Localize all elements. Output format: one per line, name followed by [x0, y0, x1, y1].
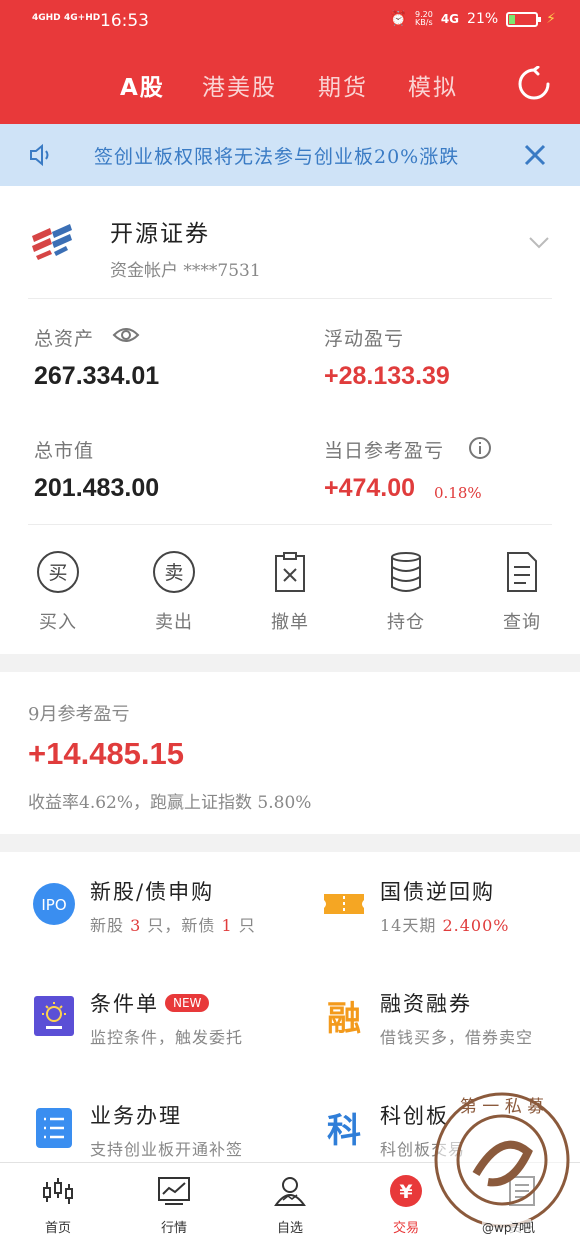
sell-button[interactable]: 卖 卖出	[134, 550, 214, 634]
ipo-title: 新股/债申购	[90, 880, 215, 904]
float-pl-label: 浮动盈亏	[324, 328, 405, 350]
svg-text:科: 科	[327, 1111, 361, 1150]
account-number: 资金帐户 ****7531	[110, 261, 261, 281]
sell-icon: 卖	[153, 551, 195, 593]
nav-market[interactable]: 行情	[134, 1173, 214, 1236]
buy-icon: 买	[37, 551, 79, 593]
query-button[interactable]: 查询	[482, 550, 562, 634]
margin-trading-item[interactable]: 融 融资融券 借钱买多，借券卖空	[322, 988, 580, 1058]
monthly-pl-value: +14.485.15	[28, 736, 185, 771]
condition-order-subtitle: 监控条件，触发委托	[90, 1028, 244, 1047]
margin-trading-subtitle: 借钱买多，借券卖空	[380, 1028, 534, 1047]
watermark-text: @wp7吧	[482, 1219, 532, 1236]
alarm-icon: ⏰	[389, 11, 408, 27]
notice-text: 签创业板权限将无法参与创业板20%涨跌	[94, 146, 460, 168]
clock: 16:53	[100, 11, 149, 31]
sell-label: 卖出	[155, 612, 193, 633]
star-market-icon: 科	[327, 1111, 361, 1150]
net-speed: 9.20 KB/s	[415, 10, 433, 27]
signal-2: 4G+HD	[64, 13, 101, 23]
business-subtitle: 支持创业板开通补签	[90, 1140, 244, 1159]
close-icon[interactable]	[522, 142, 548, 168]
status-right: ⏰ 9.20 KB/s 4G 21% ⚡	[389, 10, 556, 28]
broker-name[interactable]: 开源证券	[110, 214, 210, 248]
ipo-subtitle: 新股 3 只，新债 1 只	[90, 916, 256, 935]
tab-futures[interactable]: 期货	[318, 68, 368, 102]
refresh-icon[interactable]	[516, 66, 552, 102]
svg-text:第 一 私 募: 第 一 私 募	[460, 1097, 544, 1117]
ipo-subscription-item[interactable]: IPO 新股/债申购 新股 3 只，新债 1 只	[32, 876, 302, 946]
daily-pl-percent: 0.18%	[434, 484, 482, 502]
trade-yuan-icon: ¥	[390, 1175, 422, 1207]
tab-a-shares[interactable]: A股	[120, 68, 165, 102]
market-tabs: A股 港美股 期货 模拟	[0, 44, 580, 124]
cancel-order-icon	[275, 552, 305, 592]
notice-bar[interactable]: 签创业板权限将无法参与创业板20%涨跌	[0, 124, 580, 186]
svg-text:买: 买	[48, 562, 67, 584]
total-assets-label: 总资产	[34, 328, 95, 350]
condition-order-title: 条件单 NEW	[90, 988, 210, 1018]
cancel-order-button[interactable]: 撤单	[250, 550, 330, 634]
ticket-icon	[324, 894, 364, 914]
business-icon	[36, 1108, 72, 1148]
svg-text:卖: 卖	[164, 562, 183, 584]
svg-text:IPO: IPO	[41, 896, 66, 914]
nav-watchlist[interactable]: 自选	[250, 1173, 330, 1236]
nav-home[interactable]: 首页	[18, 1173, 98, 1236]
account-card: 开源证券 资金帐户 ****7531 总资产 267.334.01 浮动盈亏 +…	[0, 186, 580, 654]
market-value: 201.483.00	[34, 474, 160, 502]
margin-trading-title: 融资融券	[380, 992, 472, 1016]
margin-icon: 融	[327, 999, 361, 1038]
divider	[28, 524, 552, 525]
broker-logo	[32, 224, 72, 260]
position-label: 持仓	[387, 612, 425, 633]
business-title: 业务办理	[90, 1104, 182, 1128]
watermark-seal: 第 一 私 募	[434, 1092, 570, 1228]
daily-pl-value: +474.00	[324, 474, 416, 502]
status-bar: 4GHD 4G+HD 16:53 ⏰ 9.20 KB/s 4G 21% ⚡	[0, 0, 580, 44]
signal-1: 4GHD	[32, 13, 61, 23]
svg-text:¥: ¥	[399, 1181, 412, 1203]
position-button[interactable]: 持仓	[366, 550, 446, 634]
chevron-down-icon[interactable]	[528, 236, 550, 250]
divider	[28, 298, 552, 299]
battery-percent: 21%	[467, 11, 499, 27]
tab-hk-us[interactable]: 港美股	[202, 68, 277, 102]
reverse-repo-subtitle: 14天期 2.400%	[380, 916, 510, 935]
cancel-order-label: 撤单	[271, 612, 309, 633]
business-item[interactable]: 业务办理 支持创业板开通补签	[32, 1100, 302, 1162]
eye-icon[interactable]	[112, 324, 140, 346]
reverse-repo-item[interactable]: 国债逆回购 14天期 2.400%	[322, 876, 580, 946]
condition-order-icon	[34, 996, 74, 1036]
net-type: 4G	[440, 12, 460, 26]
market-chart-icon	[158, 1177, 190, 1205]
buy-button[interactable]: 买 买入	[18, 550, 98, 634]
nav-watchlist-label: 自选	[276, 1221, 303, 1236]
condition-order-item[interactable]: 条件单 NEW 监控条件，触发委托	[32, 988, 302, 1058]
monthly-pl-label: 9月参考盈亏	[28, 704, 130, 725]
nav-home-label: 首页	[44, 1221, 71, 1236]
market-value-label: 总市值	[34, 440, 95, 462]
home-candlestick-icon	[43, 1178, 73, 1204]
reverse-repo-title: 国债逆回购	[380, 880, 495, 904]
svg-text:融: 融	[327, 999, 361, 1038]
charging-icon: ⚡	[546, 11, 556, 27]
tab-simulation[interactable]: 模拟	[408, 68, 458, 102]
monthly-pl-card[interactable]: 9月参考盈亏 +14.485.15 收益率4.62%，跑赢上证指数 5.80%	[0, 672, 580, 834]
watchlist-user-icon	[274, 1177, 306, 1206]
monthly-summary: 收益率4.62%，跑赢上证指数 5.80%	[28, 793, 312, 813]
ipo-icon: IPO	[33, 883, 75, 925]
float-pl-value: +28.133.39	[324, 362, 450, 390]
total-assets-value: 267.334.01	[34, 362, 160, 390]
daily-pl-label: 当日参考盈亏	[324, 440, 445, 462]
query-label: 查询	[503, 612, 541, 633]
buy-label: 买入	[39, 612, 77, 633]
query-icon	[507, 552, 537, 592]
position-icon	[391, 552, 421, 592]
new-badge: NEW	[165, 994, 210, 1012]
battery-icon	[506, 11, 542, 27]
info-icon[interactable]	[468, 436, 492, 460]
speaker-icon	[30, 143, 49, 167]
nav-market-label: 行情	[160, 1221, 187, 1236]
